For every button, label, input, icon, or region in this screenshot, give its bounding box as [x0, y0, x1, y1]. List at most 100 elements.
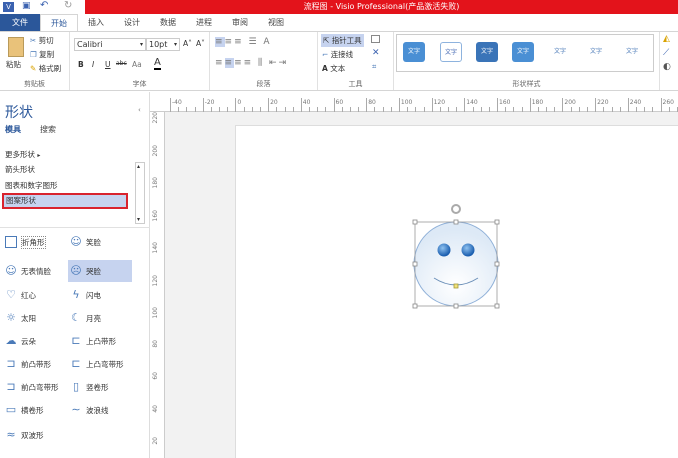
shape-item[interactable]: ⊐ 前凸弯带形: [5, 378, 58, 396]
grow-font-icon[interactable]: A˄: [183, 39, 192, 48]
ruler-label: 60: [152, 372, 159, 380]
rotation-handle[interactable]: [451, 204, 461, 214]
shape-item[interactable]: ϟ 闪电: [70, 286, 101, 304]
fill-icon[interactable]: ◭: [663, 34, 670, 44]
bold-button[interactable]: B: [78, 60, 84, 69]
shape-item[interactable]: ⊏ 上凸带形: [70, 332, 116, 350]
undo-icon[interactable]: ↶: [40, 0, 48, 11]
connector-button[interactable]: ⌐ 连接线: [322, 49, 353, 60]
paste-icon[interactable]: [8, 37, 24, 57]
text-tool-button[interactable]: A 文本: [322, 63, 345, 74]
stencil-item-selected[interactable]: 图案形状: [2, 193, 128, 209]
stencil-scrollbar[interactable]: ▴ ▾: [135, 162, 145, 224]
ruler-tick: [660, 98, 662, 112]
shape-item[interactable]: ▯ 竖卷形: [70, 378, 109, 396]
shape-item[interactable]: ☼ 太阳: [5, 309, 36, 327]
shape-label: 上凸带形: [86, 336, 116, 346]
tab-search[interactable]: 搜索: [40, 124, 56, 135]
shape-label: 横卷形: [21, 405, 44, 415]
style-item[interactable]: 文字: [549, 42, 571, 62]
change-case-button[interactable]: Aa: [132, 60, 142, 69]
ruler-label: 20: [270, 99, 278, 106]
save-icon[interactable]: ▣: [22, 1, 31, 11]
ruler-label: 120: [152, 274, 159, 286]
shape-item[interactable]: ☁ 云朵: [5, 332, 37, 350]
tab-insert[interactable]: 插入: [78, 14, 114, 31]
shape-item[interactable]: ≈ 双波形: [5, 426, 43, 444]
right-eye: [461, 243, 475, 257]
stencil-item[interactable]: 箭头形状: [5, 164, 35, 175]
shapes-panel: 形状 ‹ 模具 搜索 更多形状 ▸ 箭头形状 图表和数字图形 图案形状 ▴ ▾ …: [0, 92, 150, 458]
tab-design[interactable]: 设计: [114, 14, 150, 31]
tab-stencils[interactable]: 模具: [5, 124, 21, 135]
italic-button[interactable]: I: [92, 60, 94, 69]
ruler-tick: [170, 98, 171, 112]
font-size-value: 10pt: [149, 40, 168, 49]
style-item[interactable]: 文字: [621, 42, 643, 62]
ruler-label: 220: [152, 112, 159, 124]
shape-item[interactable]: ⊐ 前凸带形: [5, 355, 51, 373]
lightning-icon: ϟ: [72, 288, 80, 301]
crop-icon[interactable]: ⌗: [372, 62, 376, 72]
pointer-tool-button[interactable]: ⇱ 指针工具: [321, 34, 364, 47]
shape-item[interactable]: ☺ 无表情脸: [5, 262, 51, 280]
align-icons-bottom[interactable]: ≡≡≡≡ ⫼ ⇤⇥: [215, 58, 288, 68]
close-x-icon[interactable]: ✕: [372, 48, 380, 58]
collapse-panel-icon[interactable]: ‹: [138, 106, 141, 114]
copy-button[interactable]: ❐ 复制: [30, 49, 54, 60]
line-icon[interactable]: ⟋: [663, 48, 669, 58]
tab-review[interactable]: 审阅: [222, 14, 258, 31]
window-title: 流程图 - Visio Professional(产品激活失败): [85, 0, 678, 14]
font-size-select[interactable]: 10pt ▾: [146, 38, 180, 51]
tab-view[interactable]: 视图: [258, 14, 294, 31]
shape-item-selected[interactable]: ☹ 哭脸: [68, 260, 132, 282]
ruler-label: 180: [152, 177, 159, 189]
ruler-label: -20: [204, 99, 215, 106]
rectangle-icon[interactable]: [371, 35, 380, 43]
strikethrough-button[interactable]: abc: [116, 60, 127, 67]
horizontal-ruler: -40 -20 0 20 40 60 80 100 120 140 160 180 200 220 240 2…: [150, 97, 678, 112]
shape-item[interactable]: ♡ 红心: [5, 286, 36, 304]
control-handle[interactable]: [453, 283, 459, 289]
style-item[interactable]: 文字: [476, 42, 498, 62]
font-color-icon[interactable]: A: [154, 58, 161, 70]
scroll-down-icon[interactable]: ▾: [137, 216, 140, 223]
shape-label: 波浪线: [86, 405, 109, 415]
scroll-up-icon[interactable]: ▴: [137, 163, 140, 170]
paste-button[interactable]: 粘贴: [6, 59, 21, 70]
folded-corner-icon: [5, 236, 17, 248]
vertical-scroll-icon: ▯: [72, 380, 80, 393]
shape-item[interactable]: ▭ 横卷形: [5, 401, 44, 419]
ruler-label: 160: [152, 209, 159, 221]
double-wave-icon: ≈: [6, 428, 16, 441]
shape-item[interactable]: 折角形: [5, 233, 46, 251]
face-circle: [413, 221, 499, 307]
smiley-shape-selected[interactable]: [405, 200, 505, 312]
shape-item[interactable]: ∼ 波浪线: [70, 401, 109, 419]
underline-button[interactable]: U: [105, 60, 111, 69]
format-painter-button[interactable]: ✎ 格式刷: [30, 63, 61, 74]
shape-item[interactable]: ☾ 月亮: [70, 309, 101, 327]
ruler-tick: [300, 98, 302, 112]
shape-item[interactable]: ☺ 笑脸: [70, 233, 101, 251]
shrink-font-icon[interactable]: A˅: [196, 39, 205, 48]
tab-home[interactable]: 开始: [40, 14, 78, 31]
shape-item[interactable]: ⊏ 上凸弯带形: [70, 355, 123, 373]
font-name-select[interactable]: Calibri ▾: [74, 38, 146, 51]
redo-icon[interactable]: ↻: [64, 0, 72, 11]
stencil-item[interactable]: 图表和数字图形: [5, 180, 58, 191]
chevron-right-icon: ▸: [37, 152, 41, 159]
tab-process[interactable]: 进程: [186, 14, 222, 31]
style-item[interactable]: 文字: [440, 42, 462, 62]
style-item[interactable]: 文字: [403, 42, 425, 62]
font-group-label: 字体: [132, 80, 147, 88]
style-item[interactable]: 文字: [512, 42, 534, 62]
more-shapes-menu[interactable]: 更多形状 ▸: [5, 149, 40, 160]
tab-data[interactable]: 数据: [150, 14, 186, 31]
ribbon: 粘贴 ✂ 剪切 ❐ 复制 ✎ 格式刷 剪贴板 Calibri ▾ 10pt ▾ A˄…: [0, 31, 678, 91]
effects-icon[interactable]: ◐: [663, 62, 671, 72]
tab-file[interactable]: 文件: [0, 14, 40, 31]
cut-button[interactable]: ✂ 剪切: [30, 35, 54, 46]
style-item[interactable]: 文字: [585, 42, 607, 62]
align-icons-top[interactable]: ≡≡≡ ☰ A: [215, 37, 272, 47]
